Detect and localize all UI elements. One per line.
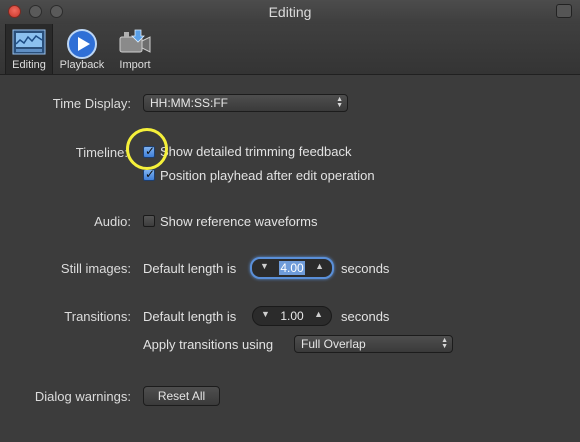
- still-images-label: Still images:: [60, 261, 131, 276]
- toolbar: Editing Playback Import: [0, 24, 580, 75]
- preferences-window: Editing Editing Playback Import Time Dis…: [0, 0, 580, 442]
- trimming-feedback-label: Show detailed trimming feedback: [160, 144, 352, 159]
- audio-label: Audio:: [94, 214, 131, 229]
- popup-arrows-icon: ▲ ▼: [336, 96, 343, 109]
- apply-transitions-value: Full Overlap: [301, 337, 366, 351]
- increment-icon[interactable]: ▲: [315, 261, 324, 271]
- position-playhead-label: Position playhead after edit operation: [160, 168, 375, 183]
- transitions-prefix: Default length is: [143, 309, 237, 324]
- title-bar: Editing: [0, 0, 580, 24]
- increment-icon[interactable]: ▲: [314, 309, 323, 319]
- transitions-suffix: seconds: [341, 309, 390, 324]
- dialog-warnings-label: Dialog warnings:: [34, 389, 131, 404]
- transitions-stepper[interactable]: ▼ 1.00 ▲: [252, 306, 332, 326]
- popup-arrows-icon: ▲ ▼: [441, 337, 448, 350]
- editing-icon: [12, 29, 46, 55]
- reference-waveforms-label: Show reference waveforms: [160, 214, 318, 229]
- apply-transitions-label: Apply transitions using: [143, 337, 274, 352]
- still-images-stepper[interactable]: ▼ 4.00 ▲: [250, 257, 334, 279]
- tab-import-label: Import: [119, 59, 151, 71]
- import-camera-icon: [119, 29, 151, 53]
- play-icon: [67, 29, 97, 59]
- tab-playback[interactable]: Playback: [56, 24, 108, 74]
- highlight-circle: [126, 128, 168, 170]
- fullscreen-button[interactable]: [556, 4, 572, 18]
- reset-all-button[interactable]: Reset All: [143, 386, 220, 406]
- position-playhead-checkbox[interactable]: [143, 167, 155, 181]
- window-title: Editing: [268, 4, 312, 20]
- tab-playback-label: Playback: [59, 59, 105, 71]
- still-images-suffix: seconds: [341, 261, 390, 276]
- time-display-popup[interactable]: HH:MM:SS:FF ▲ ▼: [143, 94, 348, 112]
- apply-transitions-popup[interactable]: Full Overlap ▲ ▼: [294, 335, 453, 353]
- transitions-label: Transitions:: [64, 309, 131, 324]
- time-display-label: Time Display:: [52, 96, 131, 111]
- tab-import[interactable]: Import: [114, 24, 156, 74]
- still-images-prefix: Default length is: [143, 261, 237, 276]
- timeline-label: Timeline:: [75, 145, 128, 160]
- time-display-value: HH:MM:SS:FF: [150, 96, 228, 110]
- tab-editing-label: Editing: [12, 59, 46, 71]
- tab-editing[interactable]: Editing: [5, 24, 53, 74]
- reference-waveforms-checkbox[interactable]: [143, 215, 155, 227]
